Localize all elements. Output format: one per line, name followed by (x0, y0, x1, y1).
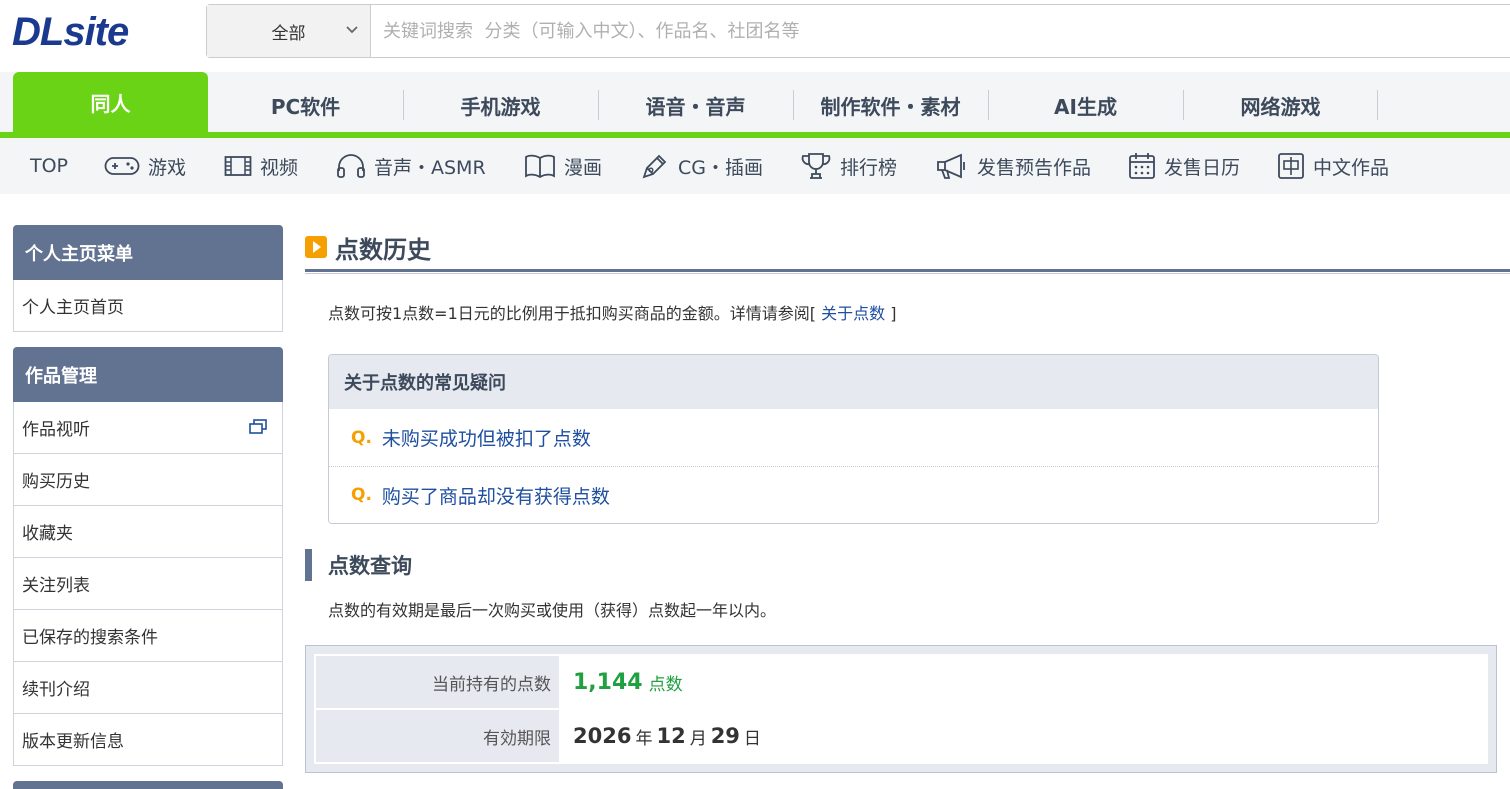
current-points-value-cell: 1,144 点数 (559, 656, 1486, 708)
tab-ai-generated[interactable]: AI生成 (988, 78, 1183, 132)
sidebar-next-heading (13, 781, 283, 789)
current-points-label: 当前持有的点数 (316, 656, 559, 708)
subnav-upcoming[interactable]: 发售预告作品 (935, 138, 1091, 194)
subnav-cg[interactable]: CG・插画 (640, 138, 763, 194)
subnav-label: 发售日历 (1164, 156, 1241, 179)
play-arrow-icon (305, 236, 327, 258)
film-icon (224, 156, 252, 176)
points-unit: 点数 (648, 674, 683, 695)
search-bar: 全部 (206, 4, 1510, 58)
subnav-label: TOP (30, 155, 69, 177)
main-tabs: 同人 PC软件 手机游戏 语音・音声 制作软件・素材 AI生成 网络游戏 (0, 72, 1510, 132)
day-unit: 日 (743, 728, 761, 749)
tab-mobile-games[interactable]: 手机游戏 (403, 78, 598, 132)
year-unit: 年 (635, 728, 653, 749)
sidebar-item-label: 作品视听 (22, 420, 90, 440)
points-row-current: 当前持有的点数 1,144 点数 (316, 656, 1486, 708)
points-query-heading: 点数查询 (305, 549, 1510, 581)
sidebar-item-saved-searches[interactable]: 已保存的搜索条件 (13, 610, 283, 662)
points-row-expiry: 有効期限 2026 年 12 月 29 日 (316, 710, 1486, 762)
subnav-chinese-works[interactable]: 中文作品 (1277, 138, 1389, 194)
tab-pc-software[interactable]: PC软件 (208, 78, 403, 132)
main-content: 点数历史 点数可按1点数=1日元的比例用于抵扣购买商品的金额。详情请参阅[ 关于… (305, 225, 1510, 773)
book-icon (525, 154, 555, 178)
faq-link[interactable]: 未购买成功但被扣了点数 (382, 424, 591, 451)
subnav-video[interactable]: 视频 (224, 138, 298, 194)
subnav-top[interactable]: TOP (30, 138, 68, 194)
expiry-label: 有効期限 (316, 710, 559, 762)
faq-box: 关于点数的常见疑问 Q. 未购买成功但被扣了点数 Q. 购买了商品却没有获得点数 (328, 354, 1379, 524)
faq-heading: 关于点数的常见疑问 (329, 355, 1378, 409)
sidebar-item-purchase-history[interactable]: 购买历史 (13, 454, 283, 506)
sidebar-item-profile-home[interactable]: 个人主页首页 (13, 280, 283, 332)
expiry-day: 29 (710, 724, 740, 748)
faq-item-no-points-received[interactable]: Q. 购买了商品却没有获得点数 (329, 466, 1378, 523)
sidebar-item-series-intro[interactable]: 续刊介绍 (13, 662, 283, 714)
tab-doujin[interactable]: 同人 (13, 72, 208, 132)
subnav-label: 发售预告作品 (977, 156, 1092, 179)
subnav-label: 视频 (260, 156, 299, 179)
expiry-year: 2026 (573, 724, 632, 748)
current-points-value: 1,144 (573, 669, 643, 695)
trophy-icon (801, 153, 831, 179)
points-validity-note: 点数的有效期是最后一次购买或使用（获得）点数起一年以内。 (328, 601, 777, 620)
tab-voice[interactable]: 语音・音声 (598, 78, 793, 132)
search-input[interactable] (371, 5, 1510, 57)
description-text: 点数可按1点数=1日元的比例用于抵扣购买商品的金额。详情请参阅[ (328, 304, 822, 323)
gamepad-icon (104, 157, 140, 175)
subnav-label: 音声・ASMR (374, 156, 486, 179)
external-window-icon (249, 419, 267, 434)
subnav-ranking[interactable]: 排行榜 (800, 138, 897, 194)
search-category-select[interactable]: 全部 (207, 5, 371, 57)
page-title: 点数历史 (305, 225, 1510, 269)
megaphone-icon (937, 153, 965, 179)
expiry-month: 12 (656, 724, 686, 748)
calendar-icon (1129, 153, 1155, 179)
about-points-link[interactable]: 关于点数 (821, 304, 885, 323)
chevron-down-icon (346, 26, 358, 34)
tab-online-games[interactable]: 网络游戏 (1183, 78, 1378, 132)
q-marker: Q. (351, 485, 372, 505)
subnav-label: 漫画 (564, 156, 603, 179)
sidebar-item-follow-list[interactable]: 关注列表 (13, 558, 283, 610)
sidebar-item-version-updates[interactable]: 版本更新信息 (13, 714, 283, 766)
subnav-manga[interactable]: 漫画 (524, 138, 602, 194)
pen-icon (642, 154, 667, 179)
points-table-inner: 当前持有的点数 1,144 点数 有効期限 2026 年 12 月 29 日 (314, 654, 1488, 764)
subnav-voice-asmr[interactable]: 音声・ASMR (336, 138, 486, 194)
subnav-calendar[interactable]: 发售日历 (1128, 138, 1240, 194)
points-table: 当前持有的点数 1,144 点数 有効期限 2026 年 12 月 29 日 (305, 645, 1497, 773)
header: DLsite 全部 (0, 0, 1510, 72)
subnav-games[interactable]: 游戏 (104, 138, 186, 194)
page-title-text: 点数历史 (335, 235, 431, 264)
sidebar-menu-works: 作品管理 作品视听 购买历史 收藏夹 关注列表 已保存的搜索条件 续刊介绍 版本… (13, 347, 283, 766)
title-divider (305, 269, 1510, 274)
description-suffix: ] (885, 304, 897, 323)
dlsite-logo[interactable]: DLsite (12, 10, 129, 55)
sidebar-item-favorites[interactable]: 收藏夹 (13, 506, 283, 558)
sidebar-item-play-library[interactable]: 作品视听 (13, 402, 283, 454)
month-unit: 月 (689, 728, 707, 749)
subnav-label: 游戏 (148, 156, 187, 179)
subnav-label: 中文作品 (1313, 156, 1390, 179)
tab-tools-materials[interactable]: 制作软件・素材 (793, 78, 988, 132)
sidebar: 个人主页菜单 个人主页首页 作品管理 作品视听 购买历史 收藏夹 关注列表 已保… (13, 225, 283, 789)
headphones-icon (337, 154, 365, 178)
sub-nav: TOP 游戏 视频 音声・ASMR 漫画 CG・插画 排行榜 发售预告作品 发售… (0, 138, 1510, 194)
search-category-label: 全部 (271, 23, 306, 44)
q-marker: Q. (351, 427, 372, 448)
sidebar-heading: 作品管理 (13, 347, 283, 402)
sidebar-heading: 个人主页菜单 (13, 225, 283, 280)
points-description: 点数可按1点数=1日元的比例用于抵扣购买商品的金额。详情请参阅[ 关于点数 ] (328, 300, 1510, 324)
expiry-value-cell: 2026 年 12 月 29 日 (559, 710, 1486, 762)
faq-item-deducted-without-purchase[interactable]: Q. 未购买成功但被扣了点数 (329, 409, 1378, 466)
sidebar-menu-profile: 个人主页菜单 个人主页首页 (13, 225, 283, 332)
faq-link[interactable]: 购买了商品却没有获得点数 (382, 482, 610, 509)
subnav-label: 排行榜 (840, 156, 898, 179)
subnav-label: CG・插画 (678, 156, 763, 179)
tab-divider (1377, 90, 1378, 120)
chinese-char-icon (1278, 153, 1304, 179)
